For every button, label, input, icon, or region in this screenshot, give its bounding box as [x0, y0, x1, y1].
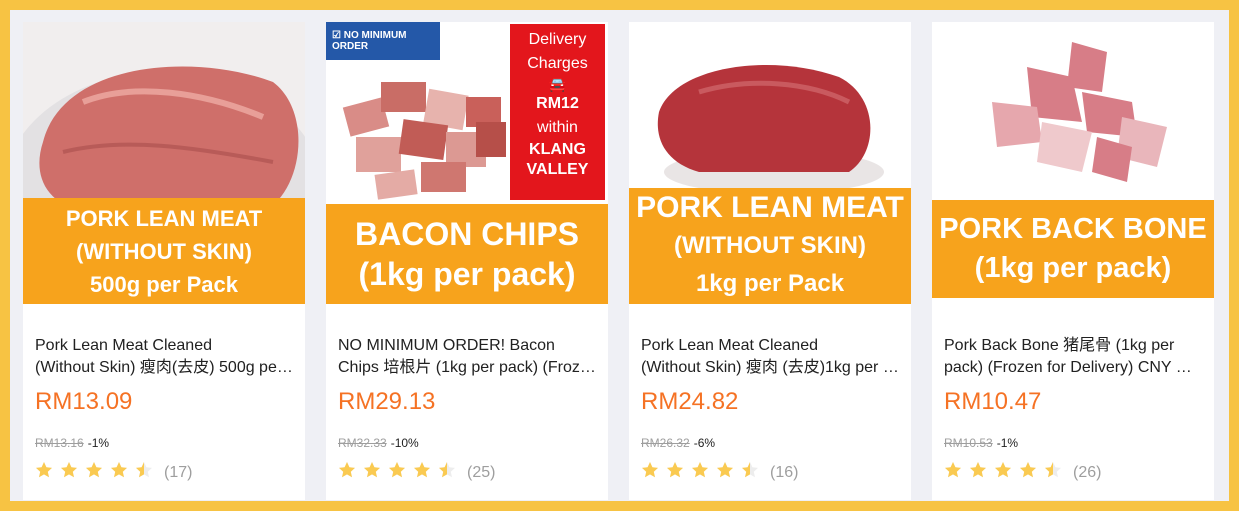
product-title[interactable]: NO MINIMUM ORDER! Bacon Chips 培根片 (1kg p… [338, 335, 596, 379]
star-icon [691, 461, 716, 484]
price: RM24.82 [641, 388, 739, 415]
star-rating [338, 461, 463, 484]
star-icon [741, 461, 766, 484]
original-price: RM26.32 -6% [641, 436, 716, 450]
star-icon [110, 461, 135, 484]
star-icon [969, 461, 994, 484]
star-icon [388, 461, 413, 484]
original-price: RM13.16 -1% [35, 436, 110, 450]
rating: (17) [35, 461, 192, 484]
review-count: (26) [1073, 463, 1102, 481]
star-icon [413, 461, 438, 484]
discount-badge: -6% [693, 436, 716, 450]
product-image[interactable]: PORK BACK BONE (1kg per pack) [932, 22, 1214, 304]
review-count: (25) [467, 463, 496, 481]
discount-badge: -1% [87, 436, 110, 450]
product-title[interactable]: Pork Lean Meat Cleaned (Without Skin) 瘦肉… [641, 335, 899, 379]
original-price: RM32.33 -10% [338, 436, 419, 450]
rating: (16) [641, 461, 798, 484]
product-grid: PORK LEAN MEAT (WITHOUT SKIN) 500g per P… [10, 10, 1229, 501]
star-rating [35, 461, 160, 484]
product-image[interactable]: PORK LEAN MEAT (WITHOUT SKIN) 1kg per Pa… [629, 22, 911, 304]
star-icon [1019, 461, 1044, 484]
star-icon [135, 461, 160, 484]
price: RM13.09 [35, 388, 133, 415]
price: RM10.47 [944, 388, 1042, 415]
review-count: (17) [164, 463, 193, 481]
star-rating [641, 461, 766, 484]
discount-badge: -1% [996, 436, 1019, 450]
car-icon: 🚘 [548, 76, 567, 92]
product-card[interactable]: PORK LEAN MEAT (WITHOUT SKIN) 1kg per Pa… [629, 22, 911, 500]
product-card[interactable]: PORK LEAN MEAT (WITHOUT SKIN) 500g per P… [23, 22, 305, 500]
star-rating [944, 461, 1069, 484]
product-image[interactable]: ☑ NO MINIMUM ORDER Delivery Charges 🚘 RM… [326, 22, 608, 304]
discount-badge: -10% [390, 436, 419, 450]
star-icon [438, 461, 463, 484]
no-minimum-order-badge: ☑ NO MINIMUM ORDER [326, 22, 440, 60]
rating: (26) [944, 461, 1101, 484]
star-icon [338, 461, 363, 484]
star-icon [994, 461, 1019, 484]
product-title[interactable]: Pork Back Bone 猪尾骨 (1kg per pack) (Froze… [944, 335, 1202, 379]
product-image[interactable]: PORK LEAN MEAT (WITHOUT SKIN) 500g per P… [23, 22, 305, 304]
image-banner: PORK LEAN MEAT (WITHOUT SKIN) 1kg per Pa… [629, 188, 911, 304]
rating: (25) [338, 461, 495, 484]
star-icon [60, 461, 85, 484]
product-card[interactable]: PORK BACK BONE (1kg per pack) Pork Back … [932, 22, 1214, 500]
image-banner: BACON CHIPS (1kg per pack) [326, 204, 608, 304]
product-card[interactable]: ☑ NO MINIMUM ORDER Delivery Charges 🚘 RM… [326, 22, 608, 500]
star-icon [641, 461, 666, 484]
star-icon [1044, 461, 1069, 484]
price: RM29.13 [338, 388, 436, 415]
star-icon [35, 461, 60, 484]
image-banner: PORK BACK BONE (1kg per pack) [932, 200, 1214, 298]
product-title[interactable]: Pork Lean Meat Cleaned (Without Skin) 瘦肉… [35, 335, 293, 379]
star-icon [944, 461, 969, 484]
star-icon [85, 461, 110, 484]
star-icon [666, 461, 691, 484]
image-banner: PORK LEAN MEAT (WITHOUT SKIN) 500g per P… [23, 198, 305, 304]
review-count: (16) [770, 463, 799, 481]
star-icon [363, 461, 388, 484]
star-icon [716, 461, 741, 484]
delivery-charges-box: Delivery Charges 🚘 RM12 within KLANG VAL… [510, 24, 605, 200]
original-price: RM10.53 -1% [944, 436, 1019, 450]
